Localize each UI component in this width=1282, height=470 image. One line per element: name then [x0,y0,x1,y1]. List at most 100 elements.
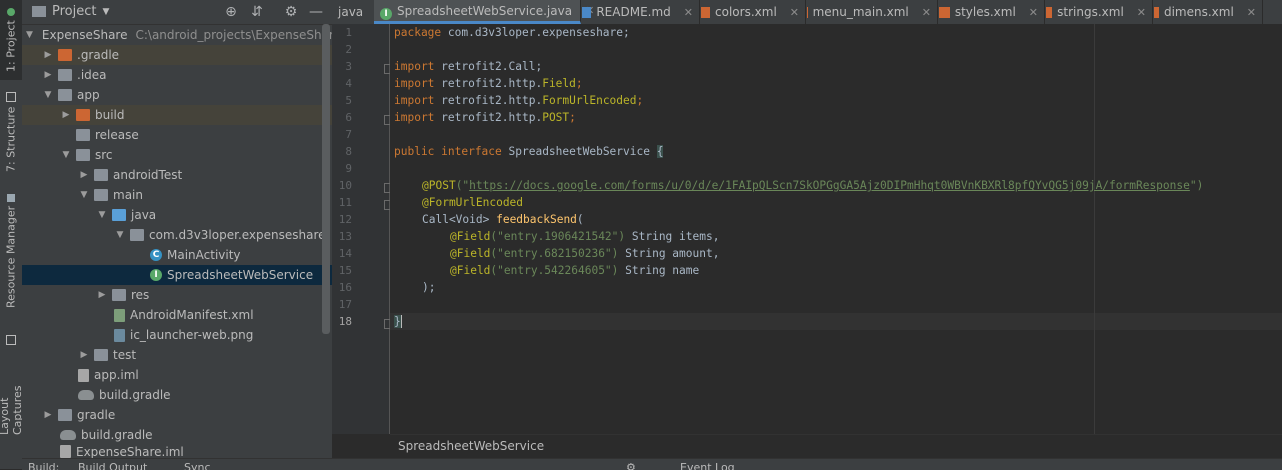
tab-label: styles.xml [954,5,1016,19]
chevron-right-icon: ▶ [80,170,88,180]
tree-item-label: app [77,88,100,102]
code-line-16: ); [422,281,436,294]
tool-tab-project[interactable]: 1: Project [0,0,22,80]
chevron-down-icon: ▼ [26,30,33,40]
package-icon [130,229,144,241]
close-icon[interactable]: ✕ [1247,6,1256,19]
tree-item-label: release [95,128,139,142]
tree-item-gradle[interactable]: ▶ gradle [22,405,352,425]
tool-tab-structure[interactable]: 7: Structure [0,92,22,172]
tree-item-label: src [95,148,113,162]
locate-icon[interactable]: ⊕ [222,3,240,21]
image-icon [114,328,125,342]
tab-colors[interactable]: colors.xml ✕ [695,0,806,24]
gradle-icon [60,430,76,440]
tab-strings[interactable]: strings.xml ✕ [1040,0,1153,24]
line-number: 3 [345,60,352,73]
tool-tab-layout-captures[interactable]: Layout Captures [0,335,24,435]
source-folder-icon [112,209,126,221]
line-number: 17 [338,298,352,311]
line-number: 6 [345,111,352,124]
hide-icon[interactable]: — [307,3,325,21]
file-icon [78,368,89,382]
line-number: 7 [345,128,352,141]
project-view-selector[interactable]: Project ▼ [32,4,109,19]
tree-item-label: SpreadsheetWebService [167,268,314,282]
tab-label: menu_main.xml [812,5,909,19]
tab-label: java [338,5,364,19]
line-number: 12 [338,213,352,226]
line-number: 18 [338,315,352,328]
tree-item-app[interactable]: ▼ app [22,85,352,105]
captures-icon [6,335,16,345]
tree-item-root-build-gradle[interactable]: build.gradle [22,425,370,445]
manifest-icon [114,308,125,322]
folder-icon [58,409,72,421]
url-link[interactable]: https://docs.google.com/forms/u/0/d/e/1F… [469,179,1190,192]
code-line-6: import retrofit2.http.POST; [394,111,576,124]
tree-item-expenseshare[interactable]: ▼ ExpenseShare C:\android_projects\Expen… [22,25,341,45]
tab-readme[interactable]: README.md ✕ [576,0,700,24]
tree-item-label: app.iml [94,368,139,382]
tab-styles[interactable]: styles.xml ✕ [933,0,1045,24]
project-header: Project ▼ ⊕ ⇵ ⚙ — [22,0,332,25]
chevron-right-icon: ▶ [44,70,52,80]
close-icon[interactable]: ✕ [684,6,693,19]
close-icon[interactable]: ✕ [790,6,799,19]
breadcrumb: SpreadsheetWebService [390,434,1282,459]
tab-menu-main[interactable]: menu_main.xml ✕ [801,0,938,24]
code-line-15: @Field("entry.542264605") String name [450,264,700,277]
tab-spreadsheetwebservice[interactable]: I SpreadsheetWebService.java ✕ [374,0,594,24]
close-icon[interactable]: ✕ [922,6,931,19]
tree-item-label: .gradle [77,48,120,62]
right-margin-guide [1094,24,1095,434]
file-icon [60,445,71,458]
tree-item-label: main [113,188,143,202]
tab-label: dimens.xml [1163,5,1234,19]
chevron-down-icon: ▼ [80,190,88,200]
gear-icon[interactable]: ⚙ [282,3,300,21]
editor-gutter[interactable]: 1 2 3 4 5 6 7 8 9 10 11 12 13 14 15 16 1… [332,24,392,434]
folder-icon [76,129,90,141]
chevron-down-icon: ▼ [44,90,52,100]
chevron-down-icon: ▼ [98,210,106,220]
tree-item-expenseshare-iml[interactable]: ExpenseShare.iml [22,445,370,458]
line-number: 5 [345,94,352,107]
collapse-all-icon[interactable]: ⇵ [248,3,266,21]
xml-icon [701,6,711,18]
tree-item-label: gradle [77,408,116,422]
tree-item-label: ic_launcher-web.png [130,328,254,342]
chevron-right-icon: ▶ [80,350,88,360]
close-icon[interactable]: ✕ [1137,6,1146,19]
breadcrumb-item[interactable]: SpreadsheetWebService [398,439,544,453]
tool-tab-resource-manager[interactable]: Resource Manager [0,192,22,310]
tab-dimens[interactable]: dimens.xml ✕ [1148,0,1263,24]
chevron-down-icon: ▼ [62,150,70,160]
tab-java[interactable]: java ✕ [332,0,385,24]
code-editor[interactable]: package com.d3v3loper.expenseshare; impo… [390,24,1282,434]
tool-tab-project-label: 1: Project [4,20,18,72]
code-line-12: Call<Void> feedbackSend( [422,213,584,226]
tab-label: strings.xml [1057,5,1124,19]
line-number: 16 [338,281,352,294]
tree-item-label: build.gradle [99,388,171,402]
xml-icon [1046,6,1053,18]
code-line-5: import retrofit2.http.FormUrlEncoded; [394,94,644,107]
line-number: 13 [338,230,352,243]
tree-item-src[interactable]: ▼ src [22,145,370,165]
editor-tab-bar: java ✕ I SpreadsheetWebService.java ✕ RE… [332,0,1282,25]
tree-item-gradle-dir[interactable]: ▶ .gradle [22,45,352,65]
line-number: 14 [338,247,352,260]
tree-item-idea[interactable]: ▶ .idea [22,65,352,85]
code-line-11: @FormUrlEncoded [422,196,524,209]
tree-item-label: res [131,288,150,302]
project-title: Project [52,4,97,19]
tree-item-label: build.gradle [81,428,153,442]
project-scrollbar[interactable] [322,24,330,334]
line-number: 1 [345,26,352,39]
close-icon[interactable]: ✕ [1029,6,1038,19]
line-number: 9 [345,162,352,175]
tree-item-build[interactable]: ▶ build [22,105,370,125]
xml-icon [939,6,950,18]
line-number: 10 [338,179,352,192]
